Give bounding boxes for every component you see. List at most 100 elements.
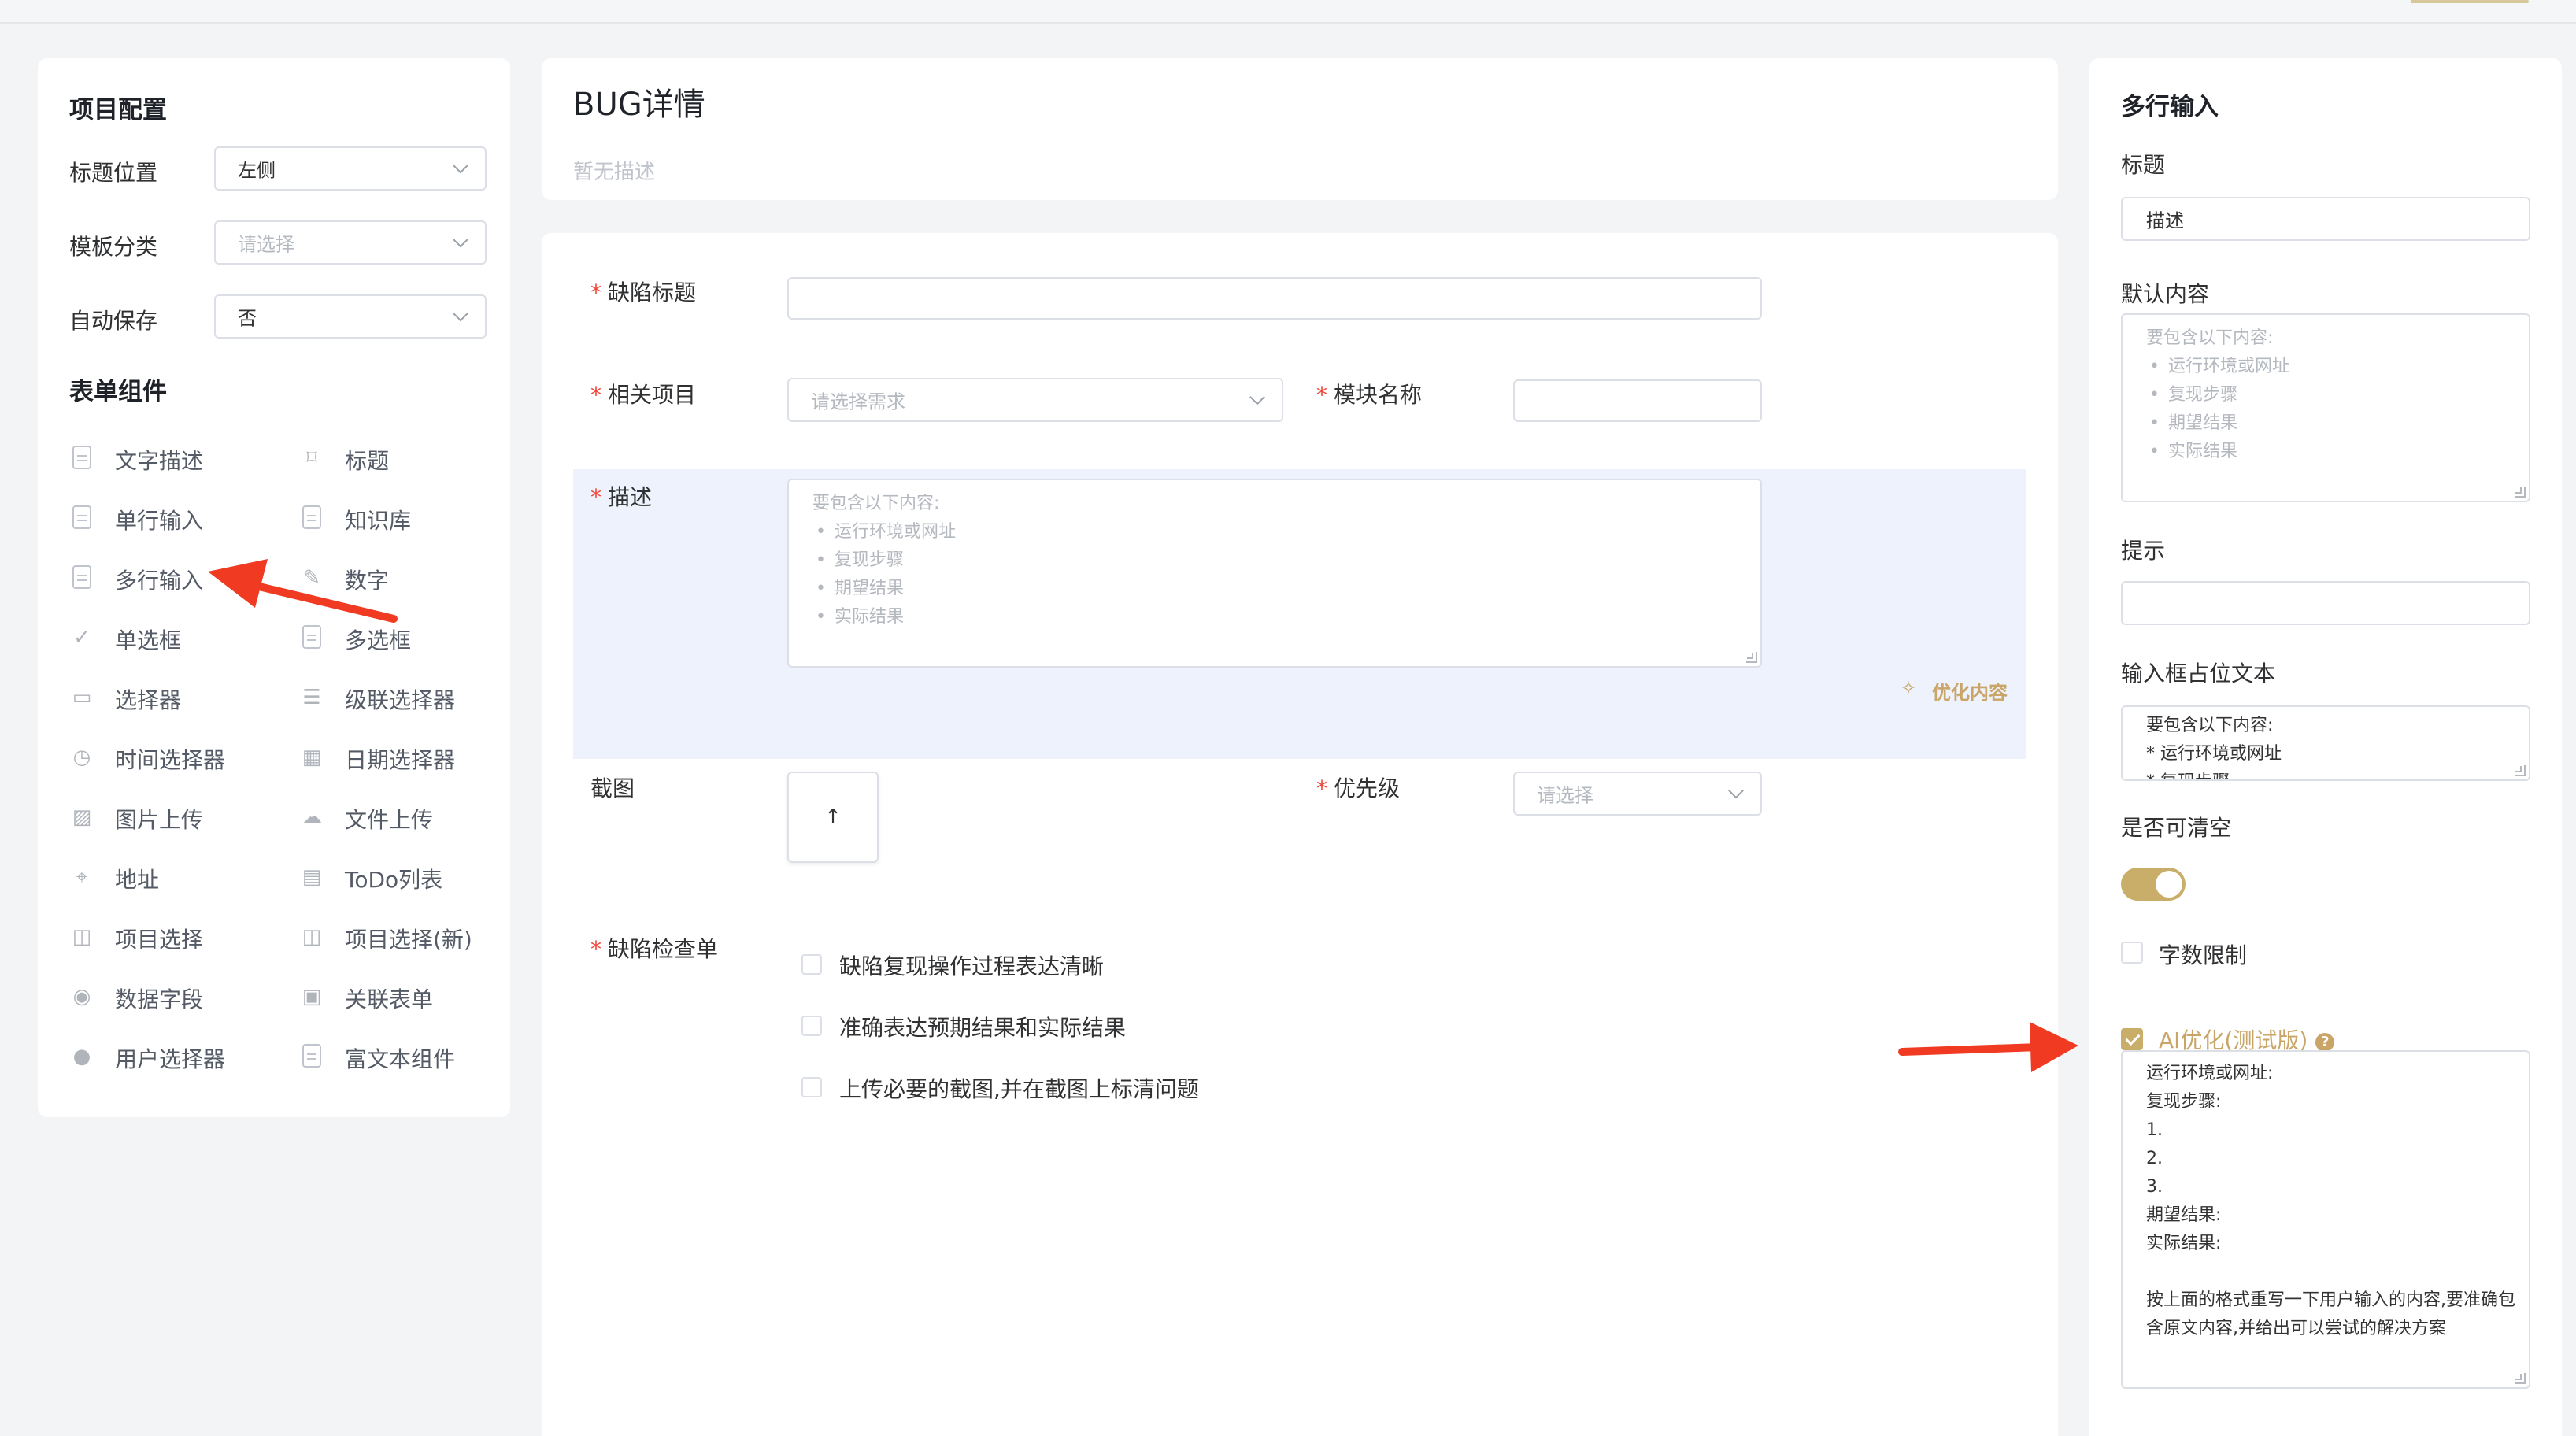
char-limit-label: 字数限制 xyxy=(2159,942,2248,968)
resize-handle-icon[interactable] xyxy=(2515,1373,2526,1384)
default-content-item: 运行环境或网址 xyxy=(2146,353,2289,381)
bookmark-icon: ⌑ xyxy=(306,446,317,470)
checkbox[interactable] xyxy=(801,954,822,975)
description-textarea[interactable]: 要包含以下内容: 运行环境或网址 复现步骤 期望结果 实际结果 xyxy=(787,479,1762,668)
page-title: BUG详情 xyxy=(573,87,705,123)
placeholder-item: 复现步骤 xyxy=(812,546,956,575)
defect-title-input[interactable] xyxy=(787,277,1762,320)
field-title-label: 标题 xyxy=(2121,152,2166,178)
title-position-select[interactable]: 左侧 xyxy=(214,146,487,191)
properties-title: 多行输入 xyxy=(2121,93,2219,121)
checklist-item-label: 准确表达预期结果和实际结果 xyxy=(839,1015,1127,1041)
placeholder-line: * 运行环境或网址 xyxy=(2146,744,2282,764)
component-label: 地址 xyxy=(115,867,160,893)
component-label: 文字描述 xyxy=(115,448,204,474)
clipboard-icon: ▤ xyxy=(302,865,322,889)
upload-arrow-icon: ↑ xyxy=(824,805,842,829)
template-category-row: 模板分类 请选择 xyxy=(69,220,487,265)
columns-icon: ◫ xyxy=(72,925,92,949)
properties-panel: 多行输入 标题 描述 默认内容 要包含以下内容: 运行环境或网址 复现步骤 期望… xyxy=(2089,58,2562,1436)
clock-icon: ◷ xyxy=(72,746,91,769)
resize-handle-icon[interactable] xyxy=(1746,652,1757,663)
required-mark: * xyxy=(590,279,601,305)
module-name-input[interactable] xyxy=(1513,379,1762,422)
help-icon[interactable]: ? xyxy=(2315,1033,2335,1052)
checklist-item-label: 上传必要的截图,并在截图上标清问题 xyxy=(839,1076,1199,1102)
default-content-item: 期望结果 xyxy=(2146,409,2289,438)
chevron-down-icon xyxy=(453,305,468,322)
placeholder-text-textarea[interactable]: 要包含以下内容: * 运行环境或网址 * 复现步骤 xyxy=(2121,705,2530,781)
linked-form-icon: ▣ xyxy=(302,985,322,1009)
related-project-label-text: 相关项目 xyxy=(608,382,697,408)
default-content-text: 要包含以下内容: 运行环境或网址 复现步骤 期望结果 实际结果 xyxy=(2146,324,2289,466)
ai-prompt-textarea[interactable]: 运行环境或网址: 复现步骤: 1. 2. 3. 期望结果: 实际结果: 按上面的… xyxy=(2121,1050,2530,1389)
annotation-arrow-right xyxy=(1898,1022,2078,1072)
required-mark: * xyxy=(590,382,601,408)
required-mark: * xyxy=(590,936,601,962)
chevron-down-icon xyxy=(453,157,468,174)
priority-select[interactable]: 请选择 xyxy=(1513,772,1762,816)
required-mark: * xyxy=(590,484,601,510)
optimize-content-label: 优化内容 xyxy=(1932,682,2008,704)
form-header-card: BUG详情 暂无描述 xyxy=(542,58,2058,200)
priority-placeholder: 请选择 xyxy=(1537,784,1593,807)
optimize-content-button[interactable]: ✧ 优化内容 xyxy=(1901,677,2008,705)
hint-label: 提示 xyxy=(2121,538,2166,564)
title-position-row: 标题位置 左侧 xyxy=(69,146,487,191)
magic-wand-icon: ✧ xyxy=(1901,677,1917,699)
component-label: 知识库 xyxy=(345,508,412,534)
checkbox[interactable] xyxy=(801,1077,822,1097)
module-name-label-text: 模块名称 xyxy=(1334,382,1423,408)
related-project-select[interactable]: 请选择需求 xyxy=(787,378,1283,422)
component-label: 时间选择器 xyxy=(115,747,226,773)
priority-label-text: 优先级 xyxy=(1334,775,1401,801)
resize-handle-icon[interactable] xyxy=(2515,765,2526,776)
placeholder-intro: 要包含以下内容: xyxy=(812,494,940,513)
check-icon: ✓ xyxy=(73,626,91,650)
component-label: 数据字段 xyxy=(115,986,204,1012)
cloud-upload-icon: ☁ xyxy=(302,805,322,829)
auto-save-row: 自动保存 否 xyxy=(69,294,487,339)
description-label: * 描述 xyxy=(590,480,652,512)
description-label-text: 描述 xyxy=(608,484,653,510)
clearable-toggle[interactable] xyxy=(2121,868,2186,901)
component-label: 文件上传 xyxy=(345,807,434,833)
rich-text-doc-icon xyxy=(302,1044,321,1068)
required-mark: * xyxy=(1316,382,1327,408)
component-label: 项目选择(新) xyxy=(345,927,472,953)
placeholder-item: 实际结果 xyxy=(812,603,956,631)
resize-handle-icon[interactable] xyxy=(2515,487,2526,498)
component-label: 日期选择器 xyxy=(345,747,456,773)
field-title-input[interactable]: 描述 xyxy=(2121,197,2530,241)
auto-save-select[interactable]: 否 xyxy=(214,294,487,339)
char-limit-checkbox[interactable] xyxy=(2121,942,2143,964)
hint-input[interactable] xyxy=(2121,581,2530,625)
checklist-label: * 缺陷检查单 xyxy=(590,932,718,964)
checklist-label-text: 缺陷检查单 xyxy=(608,936,719,962)
component-label: 富文本组件 xyxy=(345,1046,456,1072)
default-content-textarea[interactable]: 要包含以下内容: 运行环境或网址 复现步骤 期望结果 实际结果 xyxy=(2121,313,2530,502)
project-config-title: 项目配置 xyxy=(69,96,167,124)
priority-label: * 优先级 xyxy=(1316,772,1400,803)
knowledge-doc-icon xyxy=(302,505,321,529)
multi-line-doc-icon xyxy=(72,565,91,589)
chevron-down-icon xyxy=(453,231,468,248)
component-label: 单行输入 xyxy=(115,508,204,534)
ai-optimize-checkbox[interactable] xyxy=(2121,1028,2143,1050)
auto-save-label: 自动保存 xyxy=(69,308,158,334)
annotation-arrow-left xyxy=(208,559,398,623)
screenshot-upload-button[interactable]: ↑ xyxy=(787,772,879,863)
placeholder-line: 要包含以下内容: xyxy=(2146,716,2274,735)
component-label: 级联选择器 xyxy=(345,687,456,713)
auto-save-value: 否 xyxy=(238,307,257,330)
placeholder-item: 运行环境或网址 xyxy=(812,518,956,546)
location-icon: ⌖ xyxy=(76,865,88,889)
checkbox[interactable] xyxy=(801,1016,822,1036)
component-label: 关联表单 xyxy=(345,986,434,1012)
default-content-intro: 要包含以下内容: xyxy=(2146,328,2274,348)
default-content-item: 复现步骤 xyxy=(2146,381,2289,409)
select-box-icon: ▭ xyxy=(72,686,92,709)
text-doc-icon xyxy=(72,446,91,469)
default-content-label: 默认内容 xyxy=(2121,281,2210,307)
template-category-select[interactable]: 请选择 xyxy=(214,220,487,265)
